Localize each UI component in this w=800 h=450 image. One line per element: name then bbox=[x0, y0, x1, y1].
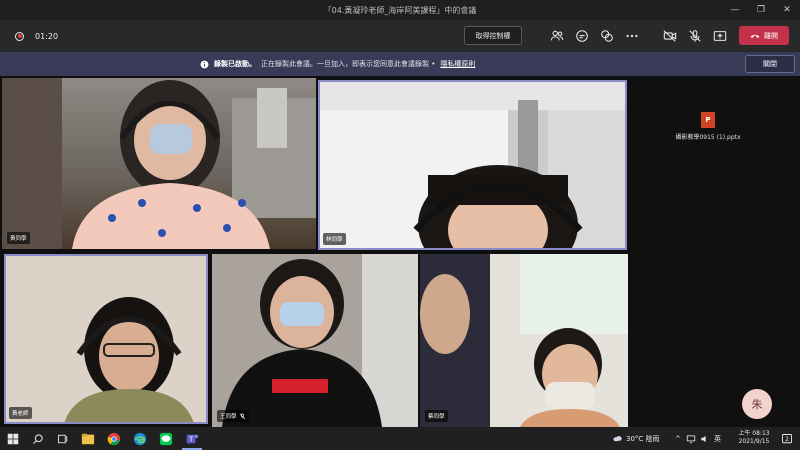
participant-video bbox=[318, 80, 627, 250]
info-icon bbox=[200, 60, 209, 68]
edge-icon[interactable] bbox=[132, 431, 148, 447]
minimize-button[interactable]: — bbox=[722, 0, 748, 20]
participant-name-tag: 林同學 bbox=[323, 233, 346, 245]
weather-text: 30°C 陰雨 bbox=[626, 434, 660, 443]
task-view-icon[interactable] bbox=[55, 431, 71, 447]
window-title: 「04.黃凝玲老師_海岸阿美課程」中的會議 bbox=[323, 5, 477, 15]
participant-video bbox=[4, 254, 208, 424]
file-explorer-icon[interactable] bbox=[80, 431, 96, 447]
clock-date: 2021/9/15 bbox=[738, 438, 770, 445]
video-tile[interactable]: 王同學 bbox=[212, 254, 418, 427]
avatar[interactable]: 朱 bbox=[742, 389, 772, 419]
svg-text:T: T bbox=[188, 436, 194, 444]
participant-name-tag: 黃同學 bbox=[7, 232, 30, 244]
powerpoint-icon: P bbox=[701, 112, 715, 128]
participant-video bbox=[212, 254, 418, 427]
line-icon[interactable] bbox=[158, 431, 174, 447]
leave-button[interactable]: 離開 bbox=[739, 26, 789, 45]
leave-label: 離開 bbox=[764, 31, 778, 40]
take-control-button[interactable]: 取得控制權 bbox=[464, 26, 522, 45]
close-window-button[interactable]: ✕ bbox=[774, 0, 800, 20]
maximize-button[interactable]: ❐ bbox=[748, 0, 774, 20]
mic-muted-icon bbox=[239, 413, 245, 419]
search-icon[interactable] bbox=[30, 431, 46, 447]
video-tile[interactable]: 黃同學 bbox=[2, 78, 316, 249]
windows-taskbar: T 30°C 陰雨 ^ 英 上午 08:13 2021/9/15 2 bbox=[0, 427, 800, 450]
video-tile-active[interactable]: 黃老師 bbox=[4, 254, 208, 424]
notification-icon[interactable]: 2 bbox=[778, 431, 796, 447]
chrome-icon[interactable] bbox=[106, 431, 122, 447]
start-icon[interactable] bbox=[5, 431, 21, 447]
share-screen-icon[interactable] bbox=[712, 28, 728, 44]
clock-time: 上午 08:13 bbox=[738, 430, 770, 437]
video-tile[interactable]: 蔡同學 bbox=[420, 254, 628, 427]
participant-video bbox=[2, 78, 316, 249]
video-tile-active[interactable]: 林同學 bbox=[318, 80, 627, 250]
participant-name-tag: 蔡同學 bbox=[425, 410, 448, 422]
rooms-icon[interactable] bbox=[599, 28, 615, 44]
banner-text: 錄製已啟動。 正在錄製此會議。一旦加入，即表示您同意此會議錄製 • 隱私權原則 bbox=[200, 52, 475, 76]
banner-title: 錄製已啟動。 bbox=[214, 60, 256, 68]
participant-video bbox=[420, 254, 628, 427]
meeting-toolbar: 01:20 取得控制權 離開 bbox=[0, 20, 800, 52]
participants-icon[interactable] bbox=[549, 28, 565, 44]
meeting-timer: 01:20 bbox=[35, 31, 59, 41]
weather-widget[interactable]: 30°C 陰雨 bbox=[612, 427, 660, 450]
network-icon[interactable] bbox=[686, 427, 696, 450]
cloud-icon bbox=[613, 436, 622, 442]
banner-message: 正在錄製此會議。一旦加入，即表示您同意此會議錄製 • bbox=[261, 60, 436, 68]
ime-indicator[interactable]: 英 bbox=[714, 427, 721, 450]
chat-icon[interactable] bbox=[574, 28, 590, 44]
system-clock[interactable]: 上午 08:13 2021/9/15 bbox=[732, 430, 776, 446]
participant-name-tag: 王同學 bbox=[217, 410, 249, 422]
volume-icon[interactable] bbox=[700, 427, 710, 450]
recording-icon bbox=[15, 31, 24, 41]
phone-icon bbox=[750, 34, 760, 38]
recording-banner: 錄製已啟動。 正在錄製此會議。一旦加入，即表示您同意此會議錄製 • 隱私權原則 … bbox=[0, 52, 800, 76]
mic-off-icon[interactable] bbox=[687, 28, 703, 44]
camera-off-icon[interactable] bbox=[662, 28, 678, 44]
title-bar: 「04.黃凝玲老師_海岸阿美課程」中的會議 — ❐ ✕ bbox=[0, 0, 800, 20]
more-options-icon[interactable] bbox=[624, 28, 640, 44]
privacy-link[interactable]: 隱私權原則 bbox=[440, 59, 475, 69]
notification-count: 2 bbox=[785, 435, 789, 443]
teams-icon[interactable]: T bbox=[184, 431, 200, 447]
window-controls: — ❐ ✕ bbox=[722, 0, 800, 20]
video-stage: 黃同學 林同學 黃老師 王同學 蔡同學 P 攝影教學0915 (1).pptx … bbox=[0, 76, 800, 427]
banner-close-button[interactable]: 關閉 bbox=[745, 55, 795, 73]
shared-file-name: 攝影教學0915 (1).pptx bbox=[675, 134, 741, 141]
participant-name-tag: 黃老師 bbox=[9, 407, 32, 419]
chevron-up-icon[interactable]: ^ bbox=[675, 427, 681, 450]
shared-file[interactable]: P 攝影教學0915 (1).pptx bbox=[668, 112, 748, 141]
